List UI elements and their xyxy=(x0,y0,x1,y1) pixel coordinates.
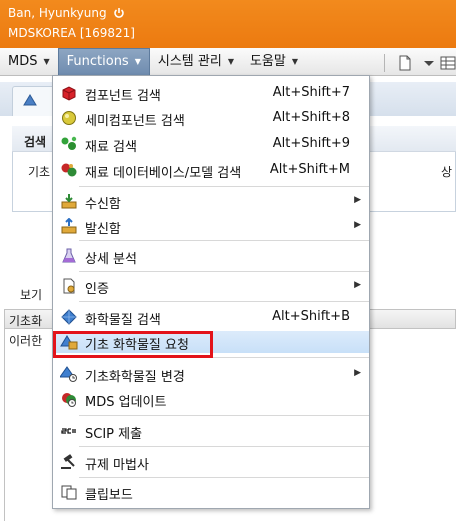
menu-separator xyxy=(79,415,369,416)
chevron-down-icon: ▼ xyxy=(227,56,234,66)
chevron-down-icon: ▼ xyxy=(291,56,299,66)
menu-item-scip-submit[interactable]: SCIP 제출 xyxy=(54,420,369,442)
inbox-icon xyxy=(61,194,77,209)
submenu-arrow-icon: ▶ xyxy=(354,220,361,230)
mds-update-icon xyxy=(62,393,76,407)
menu-item-component-search[interactable]: 컴포넌트 검색 Alt+Shift+7 xyxy=(54,82,369,104)
green-molecule-icon xyxy=(61,136,77,150)
view-label: 보기 xyxy=(20,288,43,302)
field-label-basic: 기초 xyxy=(28,165,51,179)
chemical-tab-icon xyxy=(23,94,37,106)
submenu-arrow-icon: ▶ xyxy=(354,368,361,378)
menu-item-material-db-search[interactable]: 재료 데이터베이스/모델 검색 Alt+Shift+M xyxy=(54,159,369,181)
menu-item-chemical-search[interactable]: 화학물질 검색 Alt+Shift+B xyxy=(54,306,369,328)
scip-icon xyxy=(60,427,78,435)
outbox-icon xyxy=(61,218,77,234)
database-molecule-icon xyxy=(61,163,77,177)
clipboard-icon xyxy=(61,485,77,500)
new-document-icon[interactable] xyxy=(397,55,413,71)
annotation-highlight-box xyxy=(53,331,213,358)
dropdown-arrow-icon[interactable] xyxy=(421,55,437,71)
menu-item-certification[interactable]: 인증 ▶ xyxy=(54,275,369,297)
company-name: MDSKOREA [169821] xyxy=(8,26,135,40)
toolbar-separator xyxy=(384,54,385,72)
menu-item-inbox[interactable]: 수신함 ▶ xyxy=(54,190,369,212)
menu-item-basic-chemical-change[interactable]: 기초화학물질 변경 ▶ xyxy=(54,363,369,385)
menu-item-detailed-analysis[interactable]: 상세 분석 xyxy=(54,245,369,267)
menu-bar: MDS ▼ Functions ▼ 시스템 관리 ▼ 도움말 ▼ xyxy=(0,47,456,76)
menu-item-regulatory-wizard[interactable]: 규제 마법사 xyxy=(54,451,369,473)
submenu-arrow-icon: ▶ xyxy=(354,195,361,205)
menu-functions[interactable]: Functions ▼ xyxy=(57,47,150,76)
menu-item-outbox[interactable]: 발신함 ▶ xyxy=(54,215,369,237)
menu-item-material-search[interactable]: 재료 검색 Alt+Shift+9 xyxy=(54,133,369,155)
app-header: Ban, Hyunkyung MDSKOREA [169821] xyxy=(0,0,456,48)
submenu-arrow-icon: ▶ xyxy=(354,280,361,290)
red-cube-icon xyxy=(62,86,76,101)
menu-help[interactable]: 도움말 ▼ xyxy=(242,48,306,76)
gavel-icon xyxy=(61,454,75,469)
field-label-right: 상 xyxy=(441,165,453,179)
grid-column-header: 기초화 xyxy=(9,314,43,328)
menu-item-clipboard[interactable]: 클립보드 xyxy=(54,481,369,503)
grid-icon[interactable] xyxy=(440,55,456,71)
functions-dropdown: 컴포넌트 검색 Alt+Shift+7 세미컴포넌트 검색 Alt+Shift+… xyxy=(52,75,370,509)
menu-system-admin[interactable]: 시스템 관리 ▼ xyxy=(150,48,242,76)
blue-diamond-icon xyxy=(61,309,77,325)
search-panel-title: 검색 xyxy=(24,135,47,149)
menu-separator xyxy=(79,271,369,272)
flask-icon xyxy=(62,248,76,263)
yellow-sphere-icon xyxy=(62,111,76,125)
menu-separator xyxy=(79,301,369,302)
chevron-down-icon: ▼ xyxy=(134,56,141,66)
chevron-down-icon: ▼ xyxy=(43,56,50,66)
chemical-change-icon xyxy=(60,366,77,382)
user-info: Ban, Hyunkyung xyxy=(8,6,125,20)
menu-separator xyxy=(79,186,369,187)
menu-separator xyxy=(79,240,369,241)
certificate-icon xyxy=(63,278,75,294)
menu-separator xyxy=(79,446,369,447)
menu-mds[interactable]: MDS ▼ xyxy=(0,48,58,76)
power-icon[interactable] xyxy=(113,7,125,19)
menu-item-mds-update[interactable]: MDS 업데이트 xyxy=(54,388,369,410)
menu-separator xyxy=(79,477,369,478)
grid-empty-text: 이러한 xyxy=(9,334,43,348)
menu-item-semicomponent-search[interactable]: 세미컴포넌트 검색 Alt+Shift+8 xyxy=(54,107,369,129)
user-name: Ban, Hyunkyung xyxy=(8,6,107,20)
